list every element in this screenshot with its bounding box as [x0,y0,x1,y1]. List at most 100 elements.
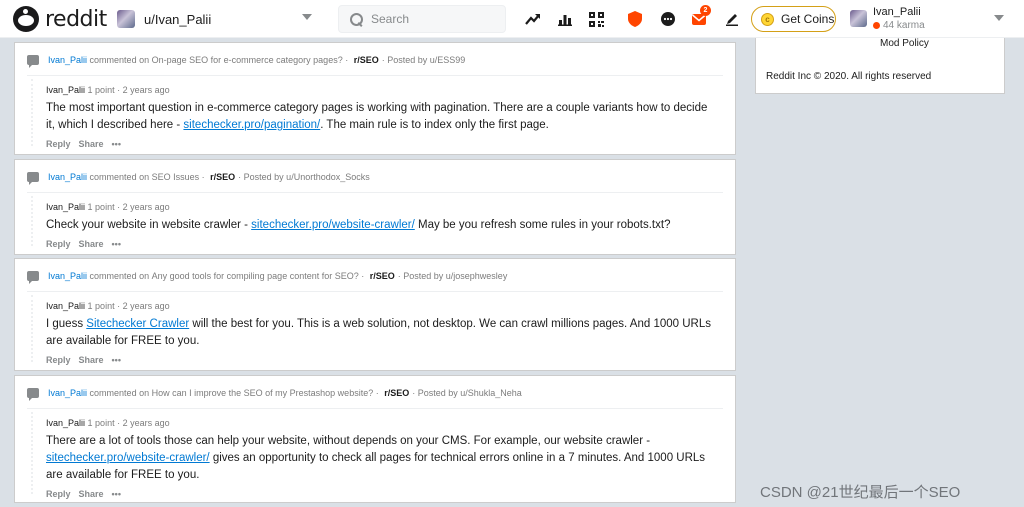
comment-author[interactable]: Ivan_Palii [46,301,85,311]
comment-author[interactable]: Ivan_Palii [46,85,85,95]
comment: Ivan_Palii 1 point · 2 years ago There a… [46,417,715,501]
more-options-icon[interactable]: ••• [112,138,121,151]
comment: Ivan_Palii 1 point · 2 years ago I guess… [46,300,715,367]
context-username-link[interactable]: Ivan_Palii [48,271,87,281]
comment-points: 1 point [87,85,115,95]
inbox-icon[interactable]: 2 [689,5,711,29]
context-post-title[interactable]: On-page SEO for e-commerce category page… [152,55,343,65]
search-bar[interactable] [338,5,506,33]
sidebar-footer-card: Mod Policy Reddit Inc © 2020. All rights… [755,38,1005,94]
account-karma: 44 karma [873,20,925,31]
thread-line[interactable] [31,412,33,494]
comment-meta: Ivan_Palii 1 point · 2 years ago [46,418,170,428]
thread-line[interactable] [31,295,33,362]
comment-text: May be you refresh some rules in your ro… [414,219,671,231]
comment: Ivan_Palii 1 point · 2 years ago Check y… [46,201,715,251]
divider [27,291,723,292]
divider [27,75,723,76]
comment-context: Ivan_Palii commented on How can I improv… [27,386,522,401]
coin-icon: c [761,12,774,26]
comment-card[interactable]: Ivan_Palii commented on How can I improv… [14,375,736,503]
share-button[interactable]: Share [79,238,104,251]
get-coins-button[interactable]: c Get Coins [751,6,836,32]
comment-body: There are a lot of tools those can help … [46,433,715,484]
search-icon [350,12,363,26]
comment-link[interactable]: sitechecker.pro/website-crawler/ [251,219,415,231]
account-avatar-icon [850,10,867,27]
context-verb: commented on [89,388,150,398]
account-menu[interactable]: Ivan_Palii 44 karma [850,4,1010,34]
posted-by[interactable]: Posted by u/ESS99 [387,55,465,65]
comment-author[interactable]: Ivan_Palii [46,202,85,212]
comment-bubble-icon [27,172,39,185]
more-options-icon[interactable]: ••• [112,238,121,251]
share-button[interactable]: Share [79,354,104,367]
reply-button[interactable]: Reply [46,238,71,251]
subreddit-link[interactable]: r/SEO [354,55,379,65]
context-post-title[interactable]: SEO Issues [152,172,200,182]
community-switcher[interactable]: u/Ivan_Palii [110,6,318,32]
create-post-pencil-icon[interactable] [722,9,742,29]
subreddit-link[interactable]: r/SEO [210,172,235,182]
mod-policy-link[interactable]: Mod Policy [880,38,929,49]
comment-context: Ivan_Palii commented on On-page SEO for … [27,53,465,68]
comment-actions: Reply Share ••• [46,238,715,251]
comment-link[interactable]: sitechecker.pro/website-crawler/ [46,452,210,464]
reddit-logo[interactable]: reddit [13,6,107,32]
comment-bubble-icon [27,55,39,68]
chevron-down-icon [302,14,312,20]
reply-button[interactable]: Reply [46,138,71,151]
comment-body: I guess Sitechecker Crawler will the bes… [46,316,715,350]
context-username-link[interactable]: Ivan_Palii [48,172,87,182]
share-button[interactable]: Share [79,138,104,151]
comment-actions: Reply Share ••• [46,354,715,367]
chat-icon[interactable] [658,9,678,29]
context-post-title[interactable]: Any good tools for compiling page conten… [152,271,359,281]
qr-code-icon[interactable] [586,9,606,29]
popular-icon[interactable] [523,9,543,29]
comment-bubble-icon [27,271,39,284]
more-options-icon[interactable]: ••• [112,488,121,501]
comment-link[interactable]: sitechecker.pro/pagination/ [183,119,320,131]
subreddit-link[interactable]: r/SEO [384,388,409,398]
comment-text: Check your website in website crawler - [46,219,252,231]
copyright-text: Reddit Inc © 2020. All rights reserved [766,71,932,82]
comment-points: 1 point [87,202,115,212]
shield-icon[interactable] [625,9,645,29]
comment-points: 1 point [87,418,115,428]
reddit-snoo-icon [13,6,39,32]
posted-by[interactable]: Posted by u/Shukla_Neha [418,388,522,398]
share-button[interactable]: Share [79,488,104,501]
comment-author[interactable]: Ivan_Palii [46,418,85,428]
reply-button[interactable]: Reply [46,488,71,501]
comment-text: . The main rule is to index only the fir… [320,119,549,131]
karma-icon [873,22,880,29]
context-username-link[interactable]: Ivan_Palii [48,388,87,398]
comment-points: 1 point [87,301,115,311]
context-username-link[interactable]: Ivan_Palii [48,55,87,65]
thread-line[interactable] [31,196,33,246]
thread-line[interactable] [31,79,33,146]
comment-meta: Ivan_Palii 1 point · 2 years ago [46,202,170,212]
comment-link[interactable]: Sitechecker Crawler [86,318,189,330]
comment-bubble-icon [27,388,39,401]
get-coins-label: Get Coins [781,12,835,26]
divider [27,408,723,409]
context-verb: commented on [89,172,150,182]
comment-body: The most important question in e-commerc… [46,100,715,134]
context-verb: commented on [89,271,150,281]
comment-card[interactable]: Ivan_Palii commented on On-page SEO for … [14,42,736,155]
posted-by[interactable]: Posted by u/Unorthodox_Socks [244,172,370,182]
reply-button[interactable]: Reply [46,354,71,367]
comment-card[interactable]: Ivan_Palii commented on Any good tools f… [14,258,736,371]
posted-by[interactable]: Posted by u/josephwesley [403,271,507,281]
subreddit-link[interactable]: r/SEO [370,271,395,281]
context-post-title[interactable]: How can I improve the SEO of my Prestash… [152,388,374,398]
more-options-icon[interactable]: ••• [112,354,121,367]
search-input[interactable] [371,12,501,26]
comment-card[interactable]: Ivan_Palii commented on SEO Issues · r/S… [14,159,736,255]
comment-text: There are a lot of tools those can help … [46,435,651,447]
user-avatar-icon [117,10,135,28]
stats-icon[interactable] [555,9,575,29]
comment-age: 2 years ago [122,301,170,311]
